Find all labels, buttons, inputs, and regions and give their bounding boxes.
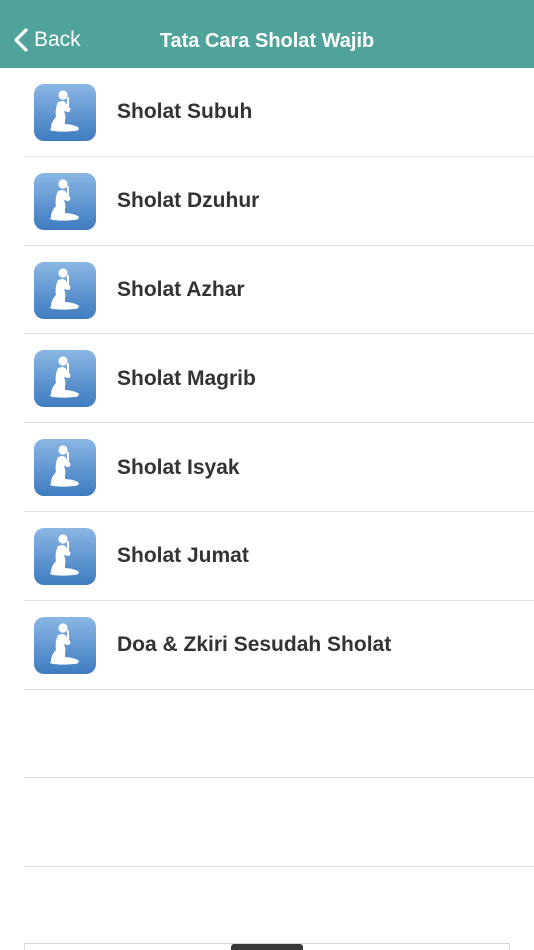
list-item-doa-dzikir[interactable]: Doa & Zkiri Sesudah Sholat: [0, 601, 534, 690]
list-item-sholat-jumat[interactable]: Sholat Jumat: [0, 512, 534, 601]
home-indicator[interactable]: [231, 944, 303, 950]
list-item-label: Sholat Magrib: [117, 366, 256, 390]
page-title: Tata Cara Sholat Wajib: [159, 30, 375, 52]
praying-person-icon: [34, 172, 96, 230]
list-item-label: Doa & Zkiri Sesudah Sholat: [117, 633, 392, 657]
list-item-label: Sholat Azhar: [117, 277, 245, 301]
list-item-sholat-dzuhur[interactable]: Sholat Dzuhur: [0, 157, 534, 246]
praying-person-icon: [34, 84, 96, 141]
list-item-sholat-magrib[interactable]: Sholat Magrib: [0, 334, 534, 423]
praying-person-icon: [34, 616, 96, 674]
list-item-label: Sholat Isyak: [117, 455, 240, 479]
list-item-sholat-isyak[interactable]: Sholat Isyak: [0, 423, 534, 512]
praying-person-icon: [34, 527, 96, 585]
list-item-sholat-azhar[interactable]: Sholat Azhar: [0, 246, 534, 335]
list-item-label: Sholat Subuh: [117, 100, 253, 124]
empty-list-row: [0, 778, 534, 867]
empty-list-row: [0, 690, 534, 779]
list-item-label: Sholat Jumat: [117, 544, 249, 568]
list-item-sholat-subuh[interactable]: Sholat Subuh: [0, 68, 534, 157]
praying-person-icon: [34, 350, 96, 408]
navigation-bar: Back Tata Cara Sholat Wajib: [0, 0, 534, 68]
praying-person-icon: [34, 261, 96, 319]
prayer-list: Sholat Subuh Sholat Dzuhur Sholat Azhar: [0, 68, 534, 867]
praying-person-icon: [34, 439, 96, 497]
list-item-label: Sholat Dzuhur: [117, 189, 260, 213]
